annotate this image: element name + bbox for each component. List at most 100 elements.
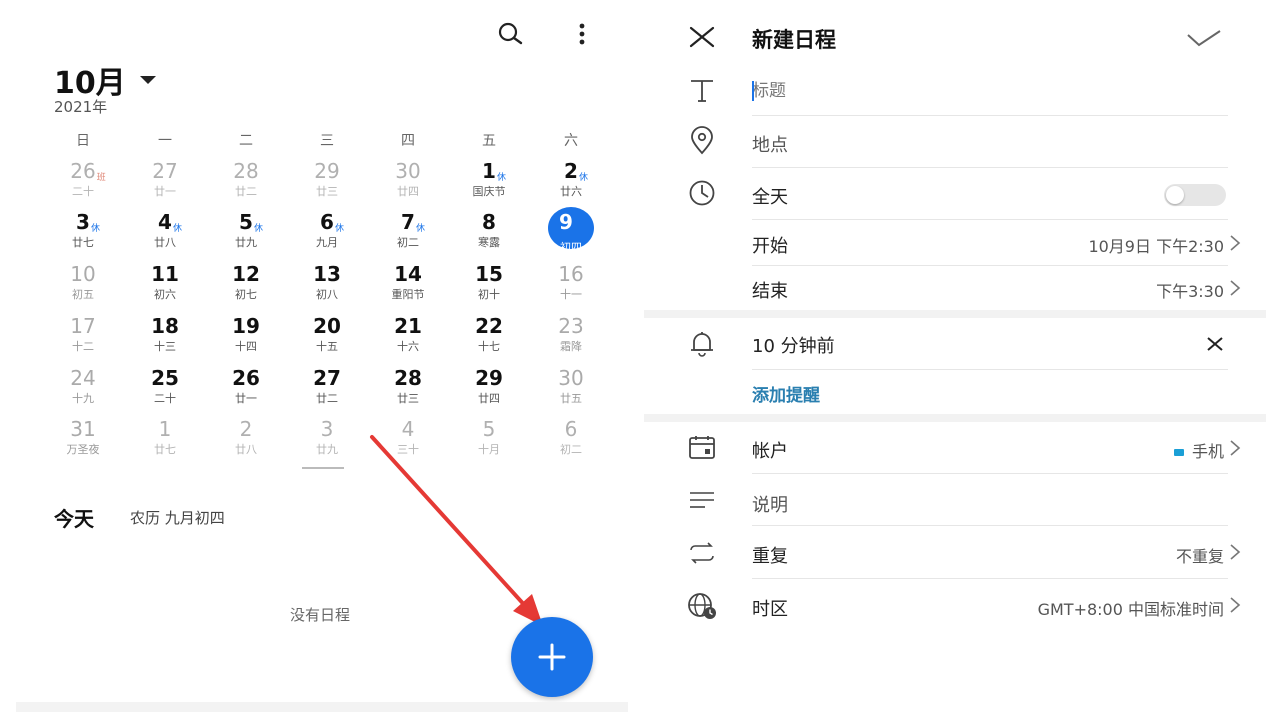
close-icon[interactable] — [682, 17, 722, 57]
calendar-day[interactable]: 28 廿三 — [373, 367, 443, 413]
day-number: 16 — [558, 262, 584, 286]
confirm-check-icon[interactable] — [1184, 18, 1224, 58]
calendar-day[interactable]: 1 休国庆节 — [454, 160, 524, 206]
calendar-day[interactable]: 26 班二十 — [48, 160, 118, 206]
text-title-icon — [682, 70, 722, 110]
divider — [752, 369, 1228, 370]
day-number: 28 — [394, 366, 422, 390]
calendar-day[interactable]: 29 廿四 — [454, 367, 524, 413]
timezone-label: 时区 — [752, 599, 788, 620]
calendar-day[interactable]: 7 休初二 — [373, 211, 443, 257]
calendar-day[interactable]: 5 休廿九 — [211, 211, 281, 257]
calendar-day[interactable]: 21 十六 — [373, 315, 443, 361]
chevron-right-icon — [1230, 235, 1241, 251]
calendar-day[interactable]: 16 十一 — [536, 263, 606, 309]
day-number: 8 — [482, 210, 496, 234]
lunar-day: 初五 — [72, 288, 94, 301]
lunar-day: 二十 — [154, 392, 176, 405]
account-value[interactable]: 手机 — [1173, 438, 1224, 462]
lunar-day: 初四 — [560, 241, 582, 254]
lunar-day: 廿二 — [235, 185, 257, 198]
calendar-day[interactable]: 10 初五 — [48, 263, 118, 309]
calendar-day[interactable]: 31 万圣夜 — [48, 418, 118, 464]
allday-label: 全天 — [752, 187, 788, 208]
calendar-day[interactable]: 5 十月 — [454, 418, 524, 464]
calendar-day[interactable]: 14 重阳节 — [373, 263, 443, 309]
end-value[interactable]: 下午3:30 — [1156, 278, 1224, 302]
calendar-day[interactable]: 22 十七 — [454, 315, 524, 361]
calendar-day[interactable]: 20 十五 — [292, 315, 362, 361]
calendar-day[interactable]: 8 寒露 — [454, 211, 524, 257]
search-icon[interactable] — [494, 18, 526, 50]
lunar-day: 国庆节 — [472, 185, 506, 198]
more-options-icon[interactable] — [566, 18, 598, 50]
day-number: 26 班 — [70, 160, 105, 183]
day-number: 11 — [151, 262, 179, 286]
divider — [752, 115, 1228, 116]
lunar-day: 廿六 — [560, 185, 582, 198]
lunar-day: 廿三 — [397, 392, 419, 405]
section-separator — [644, 310, 1266, 318]
day-number: 27 — [152, 159, 178, 183]
calendar-day[interactable]: 24 十九 — [48, 367, 118, 413]
section-separator — [644, 414, 1266, 422]
description-field[interactable]: 说明 — [752, 491, 788, 517]
calendar-day[interactable]: 27 廿二 — [292, 367, 362, 413]
calendar-day[interactable]: 4 三十 — [373, 418, 443, 464]
add-event-button[interactable] — [511, 617, 593, 697]
calendar-day[interactable]: 29 廿三 — [292, 160, 362, 206]
calendar-day[interactable]: 28 廿二 — [211, 160, 281, 206]
calendar-day[interactable]: 23 霜降 — [536, 315, 606, 361]
calendar-day[interactable]: 6 初二 — [536, 418, 606, 464]
timezone-value[interactable]: GMT+8:00 中国标准时间 — [1038, 596, 1224, 620]
calendar-day-today[interactable]: 9 班初四 — [536, 207, 607, 257]
calendar-day[interactable]: 25 二十 — [130, 367, 200, 413]
lunar-day: 初二 — [560, 443, 582, 456]
calendar-day[interactable]: 11 初六 — [130, 263, 200, 309]
description-lines-icon — [682, 481, 722, 521]
divider — [752, 473, 1228, 474]
calendar-day[interactable]: 1 廿七 — [130, 418, 200, 464]
calendar-day[interactable]: 4 休廿八 — [130, 211, 200, 257]
location-field[interactable]: 地点 — [752, 131, 788, 157]
calendar-day[interactable]: 13 初八 — [292, 263, 362, 309]
calendar-day[interactable]: 27 廿一 — [130, 160, 200, 206]
calendar-day[interactable]: 30 廿五 — [536, 367, 606, 413]
calendar-day[interactable]: 12 初七 — [211, 263, 281, 309]
lunar-day: 廿九 — [235, 236, 257, 249]
day-number: 28 — [233, 159, 259, 183]
lunar-day: 九月 — [316, 236, 338, 249]
add-reminder-link[interactable]: 添加提醒 — [752, 381, 820, 406]
day-number: 2休 — [564, 160, 588, 183]
day-number: 4休 — [158, 211, 182, 234]
day-number: 2 — [239, 417, 253, 441]
calendar-day[interactable]: 30 廿四 — [373, 160, 443, 206]
calendar-day[interactable]: 15 初十 — [454, 263, 524, 309]
day-number: 3休 — [76, 211, 100, 234]
day-number: 31 — [70, 417, 96, 441]
remove-reminder-icon[interactable] — [1204, 333, 1226, 355]
lunar-day: 十六 — [397, 340, 419, 353]
calendar-day[interactable]: 18 十三 — [130, 315, 200, 361]
calendar-day[interactable]: 3 廿九 — [292, 418, 362, 464]
allday-toggle[interactable] — [1164, 184, 1226, 206]
drag-handle[interactable] — [302, 467, 344, 469]
chevron-right-icon — [1230, 544, 1241, 560]
calendar-day[interactable]: 3 休廿七 — [48, 211, 118, 257]
calendar-day[interactable]: 17 十二 — [48, 315, 118, 361]
day-number: 21 — [394, 314, 422, 338]
calendar-day[interactable]: 19 十四 — [211, 315, 281, 361]
calendar-day[interactable]: 26 廿一 — [211, 367, 281, 413]
calendar-day[interactable]: 2 廿八 — [211, 418, 281, 464]
plus-icon — [538, 643, 566, 671]
day-number: 15 — [475, 262, 503, 286]
bell-icon — [682, 323, 722, 363]
calendar-day[interactable]: 2 休廿六 — [536, 160, 606, 206]
title-input[interactable] — [752, 78, 1212, 104]
new-event-pane: 新建日程 地点 全天 开始 10月9日 下午2:30 结束 下午3:30 10 … — [644, 0, 1266, 720]
calendar-day[interactable]: 6 休九月 — [292, 211, 362, 257]
divider — [752, 578, 1228, 579]
start-value[interactable]: 10月9日 下午2:30 — [1088, 233, 1224, 257]
repeat-value[interactable]: 不重复 — [1176, 543, 1224, 567]
lunar-day: 廿七 — [72, 236, 94, 249]
